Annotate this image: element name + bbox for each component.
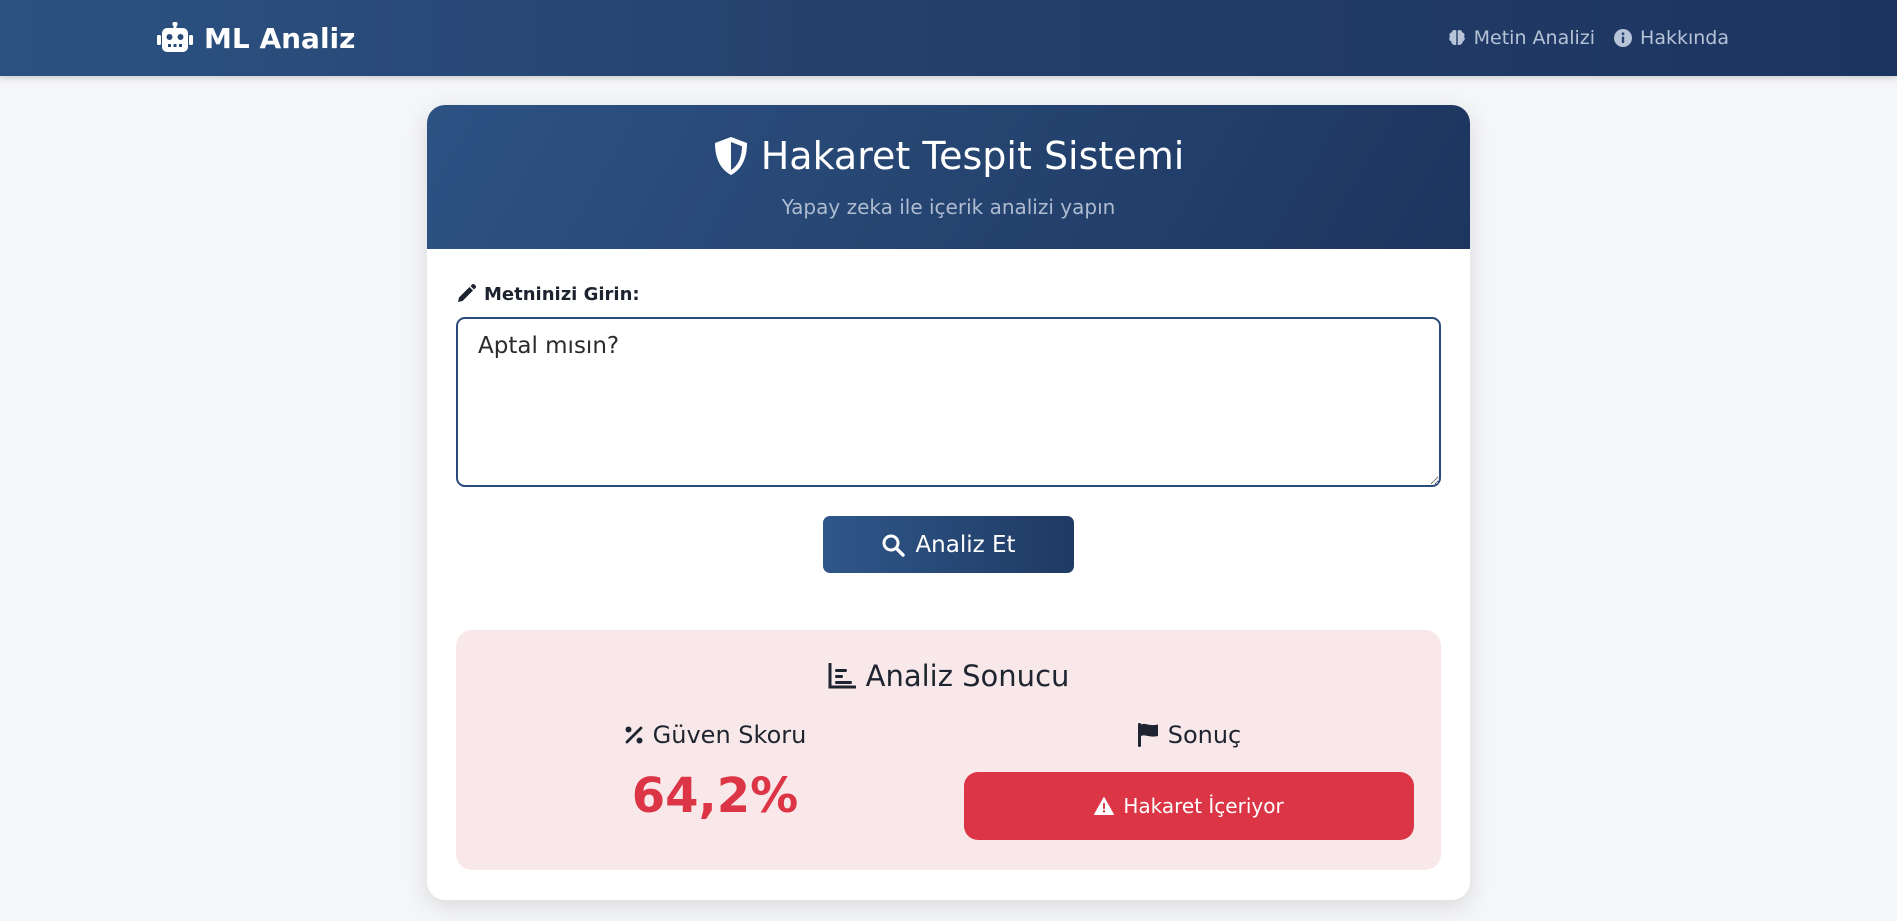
verdict-badge: Hakaret İçeriyor <box>964 772 1414 840</box>
confidence-score-value: 64,2% <box>631 768 799 824</box>
nav-link-label: Metin Analizi <box>1473 27 1596 49</box>
brand-name: ML Analiz <box>204 21 356 55</box>
analyze-button[interactable]: Analiz Et <box>823 516 1074 573</box>
verdict-text: Hakaret İçeriyor <box>1123 794 1284 818</box>
shield-icon <box>713 136 749 176</box>
brand-link[interactable]: ML Analiz <box>157 20 355 56</box>
navbar: ML Analiz Metin Analizi Hakkında <box>0 0 1897 76</box>
text-input-label-text: Metninizi Girin: <box>484 283 640 305</box>
page-title-text: Hakaret Tespit Sistemi <box>760 134 1185 178</box>
analyze-button-label: Analiz Et <box>915 531 1016 558</box>
verdict-label: Sonuç <box>964 720 1414 750</box>
robot-icon <box>157 22 193 54</box>
search-icon <box>881 533 906 557</box>
warning-icon <box>1094 797 1115 815</box>
card-header: Hakaret Tespit Sistemi Yapay zeka ile iç… <box>427 105 1470 249</box>
chart-icon <box>828 663 856 689</box>
nav-links: Metin Analizi Hakkında <box>1447 24 1729 52</box>
brain-icon <box>1447 28 1467 48</box>
result-title: Analiz Sonucu <box>456 656 1441 696</box>
result-panel: Analiz Sonucu Güven Skoru 64,2% Sonuç Ha… <box>456 630 1441 870</box>
page-subtitle: Yapay zeka ile içerik analizi yapın <box>781 195 1116 219</box>
page-title: Hakaret Tespit Sistemi <box>427 131 1470 181</box>
text-input[interactable]: Aptal mısın? <box>456 317 1441 487</box>
nav-link-label: Hakkında <box>1640 27 1729 49</box>
nav-link-hakkinda[interactable]: Hakkında <box>1613 27 1729 49</box>
nav-link-metin-analizi[interactable]: Metin Analizi <box>1447 27 1595 49</box>
flag-icon <box>1137 723 1159 747</box>
confidence-score-label: Güven Skoru <box>485 720 945 750</box>
result-title-text: Analiz Sonucu <box>865 659 1070 693</box>
confidence-score-label-text: Güven Skoru <box>652 721 807 749</box>
info-circle-icon <box>1613 28 1633 48</box>
percent-icon <box>624 725 644 745</box>
pencil-icon <box>456 284 476 304</box>
text-input-label: Metninizi Girin: <box>456 281 640 307</box>
verdict-label-text: Sonuç <box>1167 721 1242 749</box>
analysis-card: Hakaret Tespit Sistemi Yapay zeka ile iç… <box>427 105 1470 900</box>
